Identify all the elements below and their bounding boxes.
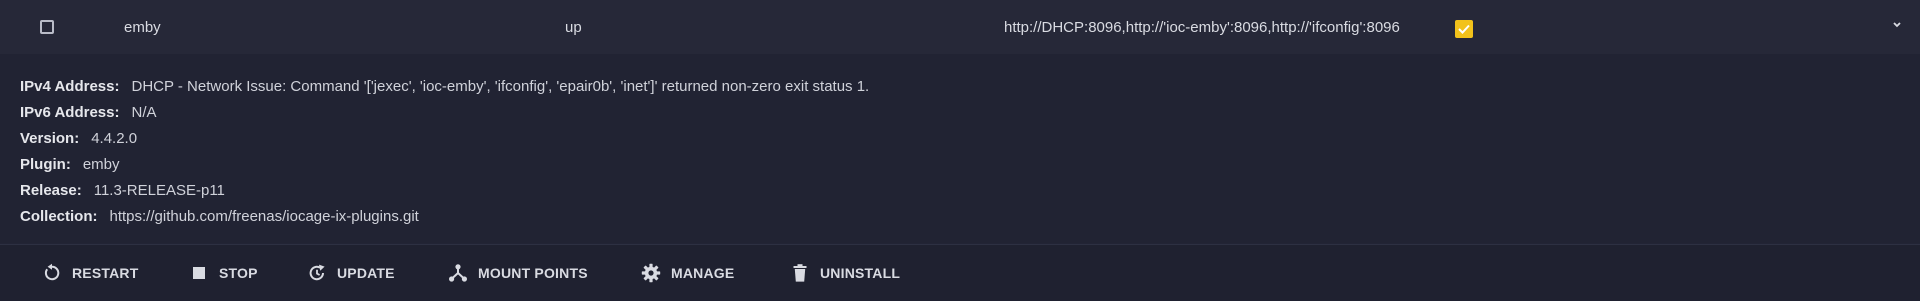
restart-label: RESTART	[72, 265, 139, 281]
plugin-status: up	[565, 19, 582, 36]
checkbox-empty-icon[interactable]	[40, 20, 54, 34]
checkmark-icon	[1458, 24, 1470, 34]
update-icon	[309, 264, 325, 281]
plugin-details: IPv4 Address: DHCP - Network Issue: Comma…	[0, 54, 1920, 243]
mount-points-label: MOUNT POINTS	[478, 265, 588, 281]
detail-value: https://github.com/freenas/iocage-ix-plu…	[109, 208, 419, 225]
update-button[interactable]: UPDATE	[307, 263, 395, 283]
manage-label: MANAGE	[671, 265, 735, 281]
detail-label: Collection:	[20, 208, 98, 225]
chevron-down-icon[interactable]	[1890, 18, 1904, 32]
detail-collection: Collection: https://github.com/freenas/io…	[20, 208, 419, 225]
detail-label: Plugin:	[20, 156, 71, 173]
gear-icon	[641, 263, 661, 283]
detail-version: Version: 4.4.2.0	[20, 130, 137, 147]
plugin-row-header[interactable]: emby up http://DHCP:8096,http://'ioc-emb…	[0, 0, 1920, 55]
detail-release: Release: 11.3-RELEASE-p11	[20, 182, 225, 199]
detail-value: N/A	[131, 104, 157, 121]
detail-label: IPv4 Address:	[20, 78, 120, 95]
detail-value: 4.4.2.0	[91, 130, 138, 147]
uninstall-button[interactable]: UNINSTALL	[790, 263, 900, 283]
plugin-row-expanded: emby up http://DHCP:8096,http://'ioc-emb…	[0, 0, 1920, 301]
detail-ipv4: IPv4 Address: DHCP - Network Issue: Comma…	[20, 78, 869, 95]
stop-label: STOP	[219, 265, 258, 281]
mount-points-button[interactable]: MOUNT POINTS	[448, 263, 588, 283]
detail-label: Release:	[20, 182, 82, 199]
plugin-actions-bar: RESTART STOP UPDATE MOUNT POINTS MANAGE …	[0, 244, 1920, 301]
plugin-name: emby	[124, 19, 161, 36]
boot-checkbox[interactable]	[1455, 20, 1473, 38]
update-label: UPDATE	[337, 265, 395, 281]
detail-plugin: Plugin: emby	[20, 156, 120, 173]
detail-value: DHCP - Network Issue: Command '['jexec',…	[131, 78, 870, 95]
trash-icon	[793, 264, 807, 282]
uninstall-label: UNINSTALL	[820, 265, 901, 281]
stop-button[interactable]: STOP	[189, 263, 258, 283]
restart-icon	[44, 263, 60, 281]
mount-points-icon	[449, 264, 467, 282]
detail-label: Version:	[20, 130, 80, 147]
detail-ipv6: IPv6 Address: N/A	[20, 104, 157, 121]
detail-value: emby	[82, 156, 120, 173]
detail-label: IPv6 Address:	[20, 104, 120, 121]
restart-button[interactable]: RESTART	[42, 263, 138, 283]
stop-icon	[193, 267, 205, 279]
plugin-ports: http://DHCP:8096,http://'ioc-emby':8096,…	[1004, 19, 1400, 36]
manage-button[interactable]: MANAGE	[641, 263, 734, 283]
detail-value: 11.3-RELEASE-p11	[93, 182, 225, 199]
